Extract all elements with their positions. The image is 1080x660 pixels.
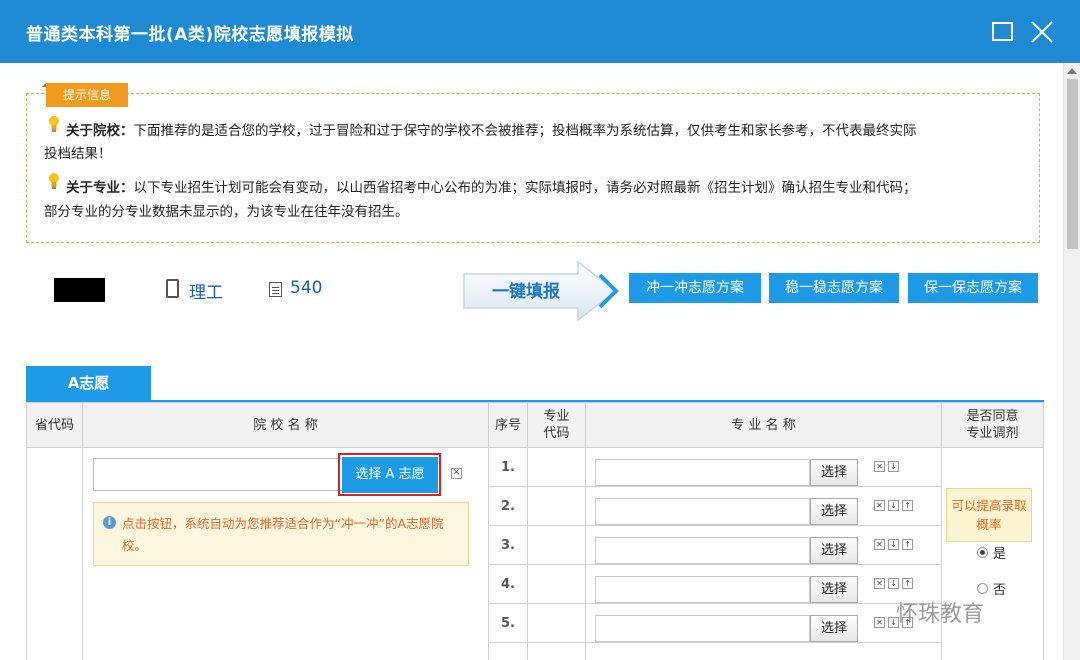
grid-line — [585, 447, 586, 660]
student-category: 理工 — [189, 283, 223, 303]
header-adjust: 是否同意 专业调剂 — [941, 402, 1044, 448]
move-down-icon[interactable]: ↓ — [888, 539, 899, 550]
grid-line — [488, 603, 942, 604]
row-seq: 1. — [501, 460, 515, 475]
header-major-code: 专业 代码 — [527, 402, 586, 448]
grid-line — [26, 447, 27, 660]
plan-rush-button[interactable]: 冲一冲志愿方案 — [629, 273, 761, 303]
choose-major-button[interactable]: 选择 — [810, 537, 858, 564]
lightbulb-icon — [49, 116, 59, 132]
remove-icon[interactable]: ✕ — [874, 578, 885, 589]
lightbulb-icon — [49, 173, 59, 189]
row-seq: 2. — [501, 499, 515, 514]
title-bar: 普通类本科第一批(A类)院校志愿填报模拟 — [0, 0, 1080, 63]
header-seq: 序号 — [488, 402, 528, 448]
move-down-icon[interactable]: ↓ — [888, 461, 899, 472]
grid-line — [488, 447, 489, 660]
plan-safe-button[interactable]: 保一保志愿方案 — [908, 273, 1038, 303]
student-score: 540 — [290, 278, 323, 298]
header-school-name: 院 校 名 称 — [82, 402, 489, 448]
notice-school-line-2: 投档结果！ — [44, 146, 112, 162]
header-major-code-line2: 代码 — [543, 426, 570, 441]
move-down-icon[interactable]: ↓ — [888, 500, 899, 511]
move-up-icon[interactable]: ↑ — [902, 539, 913, 550]
notice-major-text: 以下专业招生计划可能会有变动，以山西省招考中心公布的为准；实际填报时，请务必对照… — [133, 180, 917, 196]
remove-icon[interactable]: ✕ — [874, 500, 885, 511]
hint-box: i 点击按钮，系统自动为您推荐适合作为“冲一冲”的A志愿院校。 — [93, 502, 469, 566]
adjust-no-radio[interactable] — [977, 583, 988, 594]
notice-major-label: 关于专业： — [66, 180, 134, 196]
watermark: 怀珠教育 — [896, 602, 985, 627]
remove-icon[interactable]: ✕ — [874, 461, 885, 472]
row-seq: 5. — [501, 616, 515, 631]
notice-major-line-2: 部分专业的分专业数据未显示的，为该专业在往年没有招生。 — [44, 204, 409, 220]
scrollbar-thumb[interactable] — [1067, 79, 1078, 249]
notice-tag: 提示信息 — [42, 83, 128, 107]
window-title: 普通类本科第一批(A类)院校志愿填报模拟 — [26, 25, 354, 45]
grid-line — [1043, 447, 1044, 660]
school-name-input[interactable] — [93, 458, 343, 491]
grid-line — [941, 447, 942, 660]
row-seq: 4. — [501, 577, 515, 592]
grid-line — [488, 564, 942, 565]
highlight-outline — [338, 453, 441, 496]
maximize-icon[interactable] — [992, 22, 1013, 41]
grid-line — [488, 642, 942, 643]
header-adjust-line1: 是否同意 — [966, 409, 1019, 424]
hint-text: 点击按钮，系统自动为您推荐适合作为“冲一冲”的A志愿院校。 — [122, 516, 444, 553]
scroll-up-icon[interactable] — [1067, 68, 1077, 74]
major-name-input[interactable] — [595, 537, 810, 564]
probability-hint: 可以提高录取概率 — [946, 488, 1032, 542]
major-name-input[interactable] — [595, 459, 810, 486]
vertical-scrollbar[interactable] — [1063, 63, 1080, 660]
clear-icon[interactable]: ✕ — [451, 468, 462, 479]
choose-major-button[interactable]: 选择 — [810, 615, 858, 642]
header-major-name: 专 业 名 称 — [585, 402, 942, 448]
move-up-icon[interactable]: ↑ — [902, 500, 913, 511]
remove-icon[interactable]: ✕ — [874, 617, 885, 628]
remove-icon[interactable]: ✕ — [874, 539, 885, 550]
redacted-name-block — [54, 278, 105, 302]
choose-major-button[interactable]: 选择 — [810, 576, 858, 603]
major-name-input[interactable] — [595, 615, 810, 642]
close-icon[interactable] — [1030, 20, 1054, 44]
info-icon: i — [103, 516, 116, 529]
document-icon — [269, 282, 282, 297]
phone-icon — [166, 279, 179, 298]
row-seq: 3. — [501, 538, 515, 553]
choose-major-button[interactable]: 选择 — [810, 459, 858, 486]
major-name-input[interactable] — [595, 498, 810, 525]
header-province-code: 省代码 — [26, 402, 83, 448]
major-name-input[interactable] — [595, 576, 810, 603]
one-click-fill-button[interactable]: 一键填报 — [460, 258, 620, 324]
tab-a-volunteer[interactable]: A志愿 — [26, 366, 151, 401]
notice-school-line: 关于院校：下面推荐的是适合您的学校，过于冒险和过于保守的学校不会被推荐；投档概率… — [66, 120, 1026, 143]
move-up-icon[interactable]: ↑ — [902, 578, 913, 589]
one-click-label: 一键填报 — [492, 281, 560, 302]
notice-school-text: 下面推荐的是适合您的学校，过于冒险和过于保守的学校不会被推荐；投档概率为系统估算… — [133, 123, 917, 139]
notice-major-line: 关于专业：以下专业招生计划可能会有变动，以山西省招考中心公布的为准；实际填报时，… — [66, 177, 1026, 200]
adjust-no-label: 否 — [993, 583, 1007, 598]
plan-steady-button[interactable]: 稳一稳志愿方案 — [769, 273, 899, 303]
choose-major-button[interactable]: 选择 — [810, 498, 858, 525]
grid-line — [488, 525, 942, 526]
header-adjust-line2: 专业调剂 — [966, 426, 1019, 441]
adjust-yes-label: 是 — [993, 547, 1007, 562]
adjust-yes-radio[interactable] — [977, 547, 988, 558]
notice-school-label: 关于院校： — [66, 123, 134, 139]
move-down-icon[interactable]: ↓ — [888, 578, 899, 589]
grid-line — [82, 447, 83, 660]
grid-line — [488, 486, 942, 487]
grid-line — [527, 447, 528, 660]
header-major-code-line1: 专业 — [543, 409, 570, 424]
